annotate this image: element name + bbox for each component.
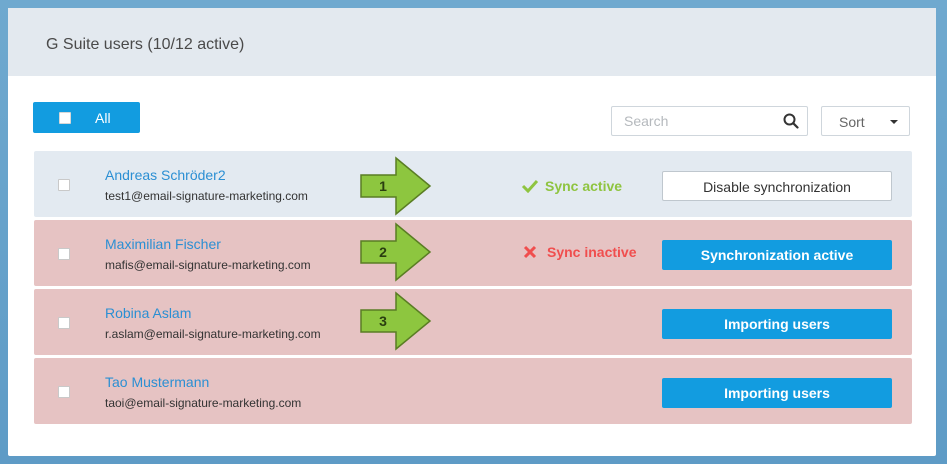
callout-arrow-1: 1 xyxy=(358,153,443,219)
sync-status-text: Sync active xyxy=(545,178,623,194)
user-name[interactable]: Andreas Schröder2 xyxy=(105,167,226,183)
disable-sync-button[interactable]: Disable synchronization xyxy=(662,171,892,201)
user-row: Tao Mustermann taoi@email-signature-mark… xyxy=(34,358,912,424)
check-icon xyxy=(521,179,539,193)
users-panel: G Suite users (10/12 active) All Sort An… xyxy=(8,8,936,456)
user-row: Robina Aslam r.aslam@email-signature-mar… xyxy=(34,289,912,355)
page-title: G Suite users (10/12 active) xyxy=(46,36,245,53)
select-all-checkbox[interactable] xyxy=(59,112,71,124)
panel-header: G Suite users (10/12 active) xyxy=(8,8,936,76)
callout-number: 1 xyxy=(379,178,387,194)
importing-users-button[interactable]: Importing users xyxy=(662,309,892,339)
sync-status-text: Sync inactive xyxy=(547,244,637,260)
user-email: test1@email-signature-marketing.com xyxy=(105,189,308,203)
arrow-right-icon xyxy=(360,222,432,282)
user-name[interactable]: Maximilian Fischer xyxy=(105,236,221,252)
user-name[interactable]: Robina Aslam xyxy=(105,305,191,321)
callout-arrow-2: 2 xyxy=(358,219,443,285)
sync-status: Sync active xyxy=(521,178,622,194)
importing-users-button[interactable]: Importing users xyxy=(662,378,892,408)
select-all-button[interactable]: All xyxy=(33,102,140,133)
row-checkbox[interactable] xyxy=(58,317,70,329)
search-box[interactable] xyxy=(611,106,808,136)
search-input[interactable] xyxy=(622,110,776,132)
row-checkbox[interactable] xyxy=(58,386,70,398)
chevron-down-icon xyxy=(890,120,898,124)
sort-label: Sort xyxy=(839,114,865,130)
cross-icon xyxy=(523,245,537,259)
user-email: taoi@email-signature-marketing.com xyxy=(105,396,302,410)
user-row: Andreas Schröder2 test1@email-signature-… xyxy=(34,151,912,217)
row-checkbox[interactable] xyxy=(58,179,70,191)
search-icon[interactable] xyxy=(783,113,799,129)
callout-number: 2 xyxy=(379,244,387,260)
sync-status: Sync inactive xyxy=(521,244,637,260)
user-email: mafis@email-signature-marketing.com xyxy=(105,258,311,272)
select-all-label: All xyxy=(95,110,111,126)
user-email: r.aslam@email-signature-marketing.com xyxy=(105,327,321,341)
row-checkbox[interactable] xyxy=(58,248,70,260)
callout-number: 3 xyxy=(379,313,387,329)
user-row: Maximilian Fischer mafis@email-signature… xyxy=(34,220,912,286)
arrow-right-icon xyxy=(360,291,432,351)
arrow-right-icon xyxy=(360,156,432,216)
user-name[interactable]: Tao Mustermann xyxy=(105,374,209,390)
sort-dropdown[interactable]: Sort xyxy=(821,106,910,136)
sync-active-button[interactable]: Synchronization active xyxy=(662,240,892,270)
callout-arrow-3: 3 xyxy=(358,288,443,354)
